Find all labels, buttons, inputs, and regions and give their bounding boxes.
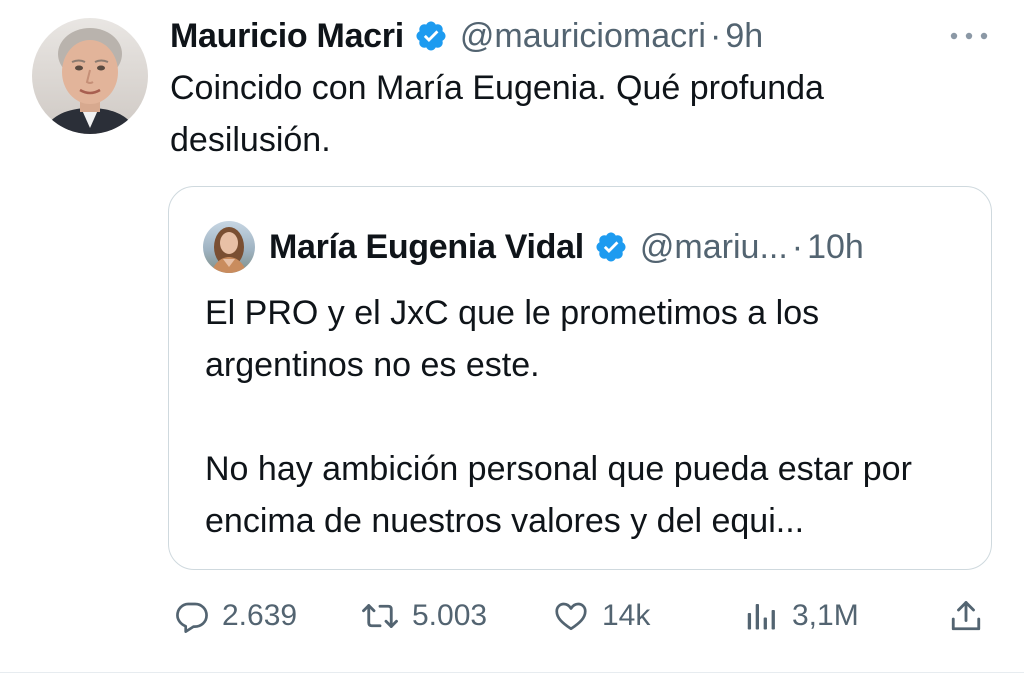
verified-badge-icon — [594, 230, 628, 264]
quoted-tweet-text: El PRO y el JxC que le prometimos a los … — [205, 287, 965, 547]
tweet-text: Coincido con María Eugenia. Qué profunda… — [170, 69, 824, 159]
views-button[interactable]: 3,1M — [744, 592, 859, 640]
action-bar: 2.639 5.003 14k 3,1M — [0, 592, 1024, 640]
reply-button[interactable]: 2.639 — [174, 592, 297, 640]
separator-dot: · — [709, 16, 722, 55]
retweet-icon — [360, 598, 400, 634]
author-name[interactable]: Mauricio Macri — [170, 17, 404, 56]
views-icon — [744, 598, 780, 634]
quoted-tweet-header: María Eugenia Vidal @mariu... · 10h — [269, 223, 864, 271]
quoted-author-name[interactable]: María Eugenia Vidal — [269, 228, 584, 267]
divider — [0, 672, 1024, 673]
verified-badge-icon — [414, 19, 448, 53]
reply-icon — [174, 598, 210, 634]
share-button[interactable] — [948, 592, 984, 640]
quoted-tweet-time[interactable]: 10h — [807, 228, 864, 267]
tweet-time[interactable]: 9h — [725, 17, 763, 56]
quoted-avatar-image — [203, 221, 255, 273]
quoted-paragraph: El PRO y el JxC que le prometimos a los … — [205, 294, 820, 384]
tweet-header: Mauricio Macri @mauriciomacri · 9h — [170, 12, 763, 60]
retweet-button[interactable]: 5.003 — [360, 592, 487, 640]
quoted-tweet[interactable]: María Eugenia Vidal @mariu... · 10h El P… — [168, 186, 992, 570]
like-button[interactable]: 14k — [552, 592, 650, 640]
like-count: 14k — [602, 599, 651, 632]
heart-icon — [552, 598, 590, 634]
separator-dot: · — [791, 227, 804, 266]
author-handle[interactable]: @mauriciomacri — [460, 17, 706, 56]
more-horizontal-icon[interactable] — [946, 26, 992, 46]
tweet[interactable]: Mauricio Macri @mauriciomacri · 9h Coinc… — [0, 0, 1024, 676]
quoted-paragraph: No hay ambición personal que pueda estar… — [205, 450, 912, 540]
quoted-author-handle[interactable]: @mariu... — [640, 228, 788, 267]
author-avatar[interactable] — [32, 18, 148, 134]
views-count: 3,1M — [792, 599, 859, 632]
share-icon — [948, 598, 984, 634]
reply-count: 2.639 — [222, 599, 298, 632]
retweet-count: 5.003 — [412, 599, 488, 632]
author-avatar-image — [32, 18, 148, 134]
quoted-author-avatar[interactable] — [203, 221, 255, 273]
